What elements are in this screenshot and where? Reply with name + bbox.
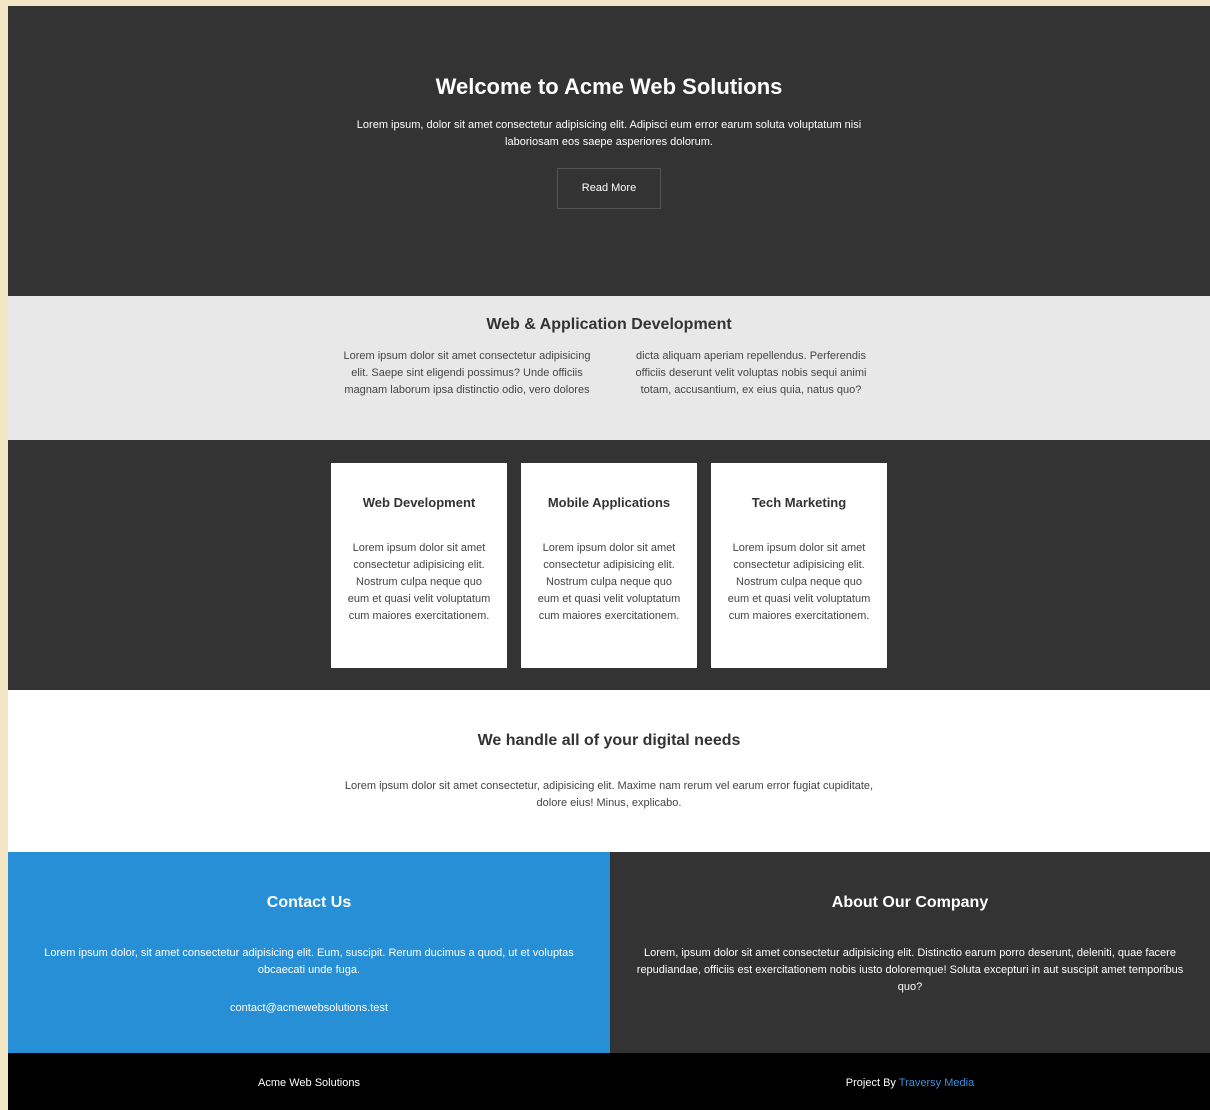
service-card-text: Lorem ipsum dolor sit amet consectetur a…	[727, 542, 871, 622]
service-card-title: Mobile Applications	[547, 495, 671, 510]
footer-credit-column: Project By Traversy Media	[610, 1053, 1210, 1110]
contact-panel: Contact Us Lorem ipsum dolor, sit amet c…	[8, 852, 610, 1053]
contact-text: Lorem ipsum dolor, sit amet consectetur …	[44, 947, 574, 976]
about-text: Lorem, ipsum dolor sit amet consectetur …	[636, 947, 1184, 993]
service-card-tech-marketing: Tech Marketing Lorem ipsum dolor sit ame…	[711, 463, 887, 668]
contact-about-section: Contact Us Lorem ipsum dolor, sit amet c…	[8, 852, 1210, 1053]
read-more-button[interactable]: Read More	[557, 168, 661, 209]
hero-section: Welcome to Acme Web Solutions Lorem ipsu…	[8, 6, 1210, 296]
page-frame: Welcome to Acme Web Solutions Lorem ipsu…	[8, 6, 1210, 1110]
service-card-mobile-applications: Mobile Applications Lorem ipsum dolor si…	[521, 463, 697, 668]
digital-needs-title: We handle all of your digital needs	[477, 732, 741, 749]
contact-title: Contact Us	[266, 894, 352, 911]
service-card-web-development: Web Development Lorem ipsum dolor sit am…	[331, 463, 507, 668]
footer-credit-prefix: Project By	[845, 1077, 896, 1089]
service-card-text: Lorem ipsum dolor sit amet consectetur a…	[537, 542, 681, 622]
traversy-media-link[interactable]: Traversy Media	[899, 1077, 974, 1089]
development-section: Web & Application Development Lorem ipsu…	[8, 296, 1210, 440]
digital-needs-section: We handle all of your digital needs Lore…	[8, 690, 1210, 852]
services-section: Web Development Lorem ipsum dolor sit am…	[8, 440, 1210, 690]
service-card-text: Lorem ipsum dolor sit amet consectetur a…	[347, 542, 491, 622]
hero-text: Lorem ipsum, dolor sit amet consectetur …	[356, 119, 862, 148]
development-text: Lorem ipsum dolor sit amet consectetur a…	[343, 350, 867, 396]
hero-title: Welcome to Acme Web Solutions	[435, 74, 783, 99]
service-card-title: Tech Marketing	[751, 495, 847, 510]
footer: Acme Web Solutions Project By Traversy M…	[8, 1053, 1210, 1110]
footer-brand: Acme Web Solutions	[258, 1077, 360, 1089]
contact-email-link[interactable]: contact@acmewebsolutions.test	[230, 1002, 388, 1014]
development-title: Web & Application Development	[486, 316, 732, 333]
digital-needs-text: Lorem ipsum dolor sit amet consectetur, …	[344, 780, 874, 809]
about-panel: About Our Company Lorem, ipsum dolor sit…	[610, 852, 1210, 1053]
service-card-title: Web Development	[362, 495, 476, 510]
footer-brand-column: Acme Web Solutions	[8, 1053, 610, 1110]
about-title: About Our Company	[831, 894, 989, 911]
